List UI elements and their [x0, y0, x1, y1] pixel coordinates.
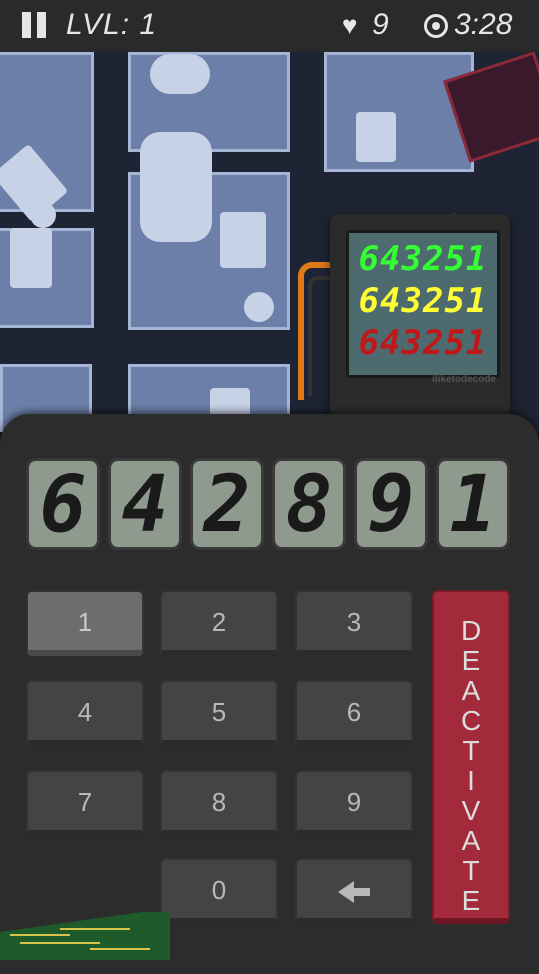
- target-code-yellow: 643251: [358, 281, 488, 321]
- top-hud-bar: LVL: 1 ♥ 9 3:28: [0, 0, 539, 52]
- key-7[interactable]: 7: [26, 770, 144, 836]
- level-indicator: LVL: 1: [66, 8, 158, 41]
- circuit-board-decoration: [0, 912, 170, 960]
- key-0[interactable]: 0: [160, 858, 278, 924]
- bomb-device: 643251 643251 643251 iliketodecode: [330, 214, 510, 424]
- entry-digit: 8: [272, 458, 346, 550]
- entry-digit: 1: [436, 458, 510, 550]
- code-screen: 643251 643251 643251: [346, 230, 500, 378]
- key-6[interactable]: 6: [295, 680, 413, 746]
- countdown-timer: 3:28: [454, 8, 513, 41]
- entry-digit: 4: [108, 458, 182, 550]
- key-9[interactable]: 9: [295, 770, 413, 836]
- device-brand-label: iliketodecode: [432, 374, 496, 385]
- entry-digit: 6: [26, 458, 100, 550]
- key-4[interactable]: 4: [26, 680, 144, 746]
- black-wire: [308, 276, 330, 396]
- key-2[interactable]: 2: [160, 590, 278, 656]
- pause-icon: [22, 12, 31, 38]
- pause-button[interactable]: [22, 12, 48, 38]
- key-1[interactable]: 1: [26, 590, 144, 656]
- target-code-red: 643251: [358, 323, 488, 363]
- key-3[interactable]: 3: [295, 590, 413, 656]
- entry-digit: 2: [190, 458, 264, 550]
- lives-count: 9: [372, 8, 389, 41]
- heart-icon: ♥: [342, 10, 358, 40]
- key-5[interactable]: 5: [160, 680, 278, 746]
- clock-icon: [424, 14, 448, 38]
- deactivate-button[interactable]: DEACTIVATE: [432, 590, 510, 924]
- target-code-green: 643251: [358, 239, 488, 279]
- key-8[interactable]: 8: [160, 770, 278, 836]
- keypad-panel: 6 4 2 8 9 1 1 2 3 4 5 6 7 8 9 0 DEACTIVA…: [0, 414, 539, 974]
- deactivate-label: DEACTIVATE: [461, 615, 482, 916]
- entry-digit: 9: [354, 458, 428, 550]
- backspace-button[interactable]: [295, 858, 413, 924]
- backspace-arrow-icon: [338, 875, 370, 905]
